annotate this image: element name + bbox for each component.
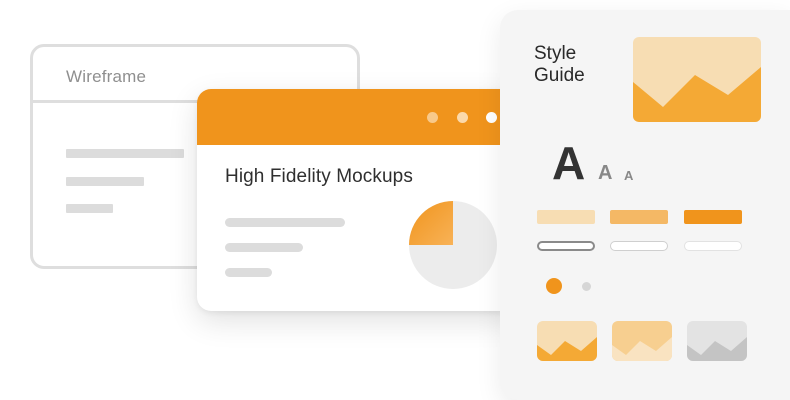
- image-thumbnail-icon: [612, 321, 672, 361]
- color-swatch: [684, 210, 742, 224]
- input-field-sample: [610, 241, 668, 251]
- mockup-line: [225, 243, 303, 252]
- mockup-header-bar: [197, 89, 527, 145]
- mockup-card: High Fidelity Mockups: [197, 89, 527, 311]
- mockup-title: High Fidelity Mockups: [225, 166, 413, 187]
- mockup-line: [225, 268, 272, 277]
- style-guide-title: Style Guide: [534, 43, 585, 86]
- type-sample-medium: A: [598, 162, 613, 184]
- wireframe-line: [66, 149, 184, 158]
- mockup-line: [225, 218, 345, 227]
- style-guide-panel: Style Guide A A A: [500, 10, 790, 400]
- illustration: Wireframe High Fidelity Mockups Style Gu…: [0, 0, 790, 400]
- wireframe-line: [66, 204, 113, 213]
- image-thumbnail-icon: [687, 321, 747, 361]
- radio-selected-icon: [546, 278, 562, 294]
- pie-slice: [409, 201, 453, 245]
- color-swatch: [537, 210, 595, 224]
- color-swatch: [610, 210, 668, 224]
- wireframe-title: Wireframe: [66, 67, 147, 86]
- image-thumbnail-icon: [537, 321, 597, 361]
- window-dot-icon: [457, 112, 468, 123]
- type-sample-large: A: [552, 137, 586, 189]
- type-sample-small: A: [624, 168, 634, 183]
- window-dot-icon: [427, 112, 438, 123]
- input-field-sample: [684, 241, 742, 251]
- pie-chart-icon: [409, 201, 497, 289]
- radio-unselected-icon: [582, 282, 591, 291]
- image-placeholder-icon: [633, 37, 761, 122]
- wireframe-line: [66, 177, 144, 186]
- input-field-sample: [537, 241, 595, 251]
- window-dot-icon: [486, 112, 497, 123]
